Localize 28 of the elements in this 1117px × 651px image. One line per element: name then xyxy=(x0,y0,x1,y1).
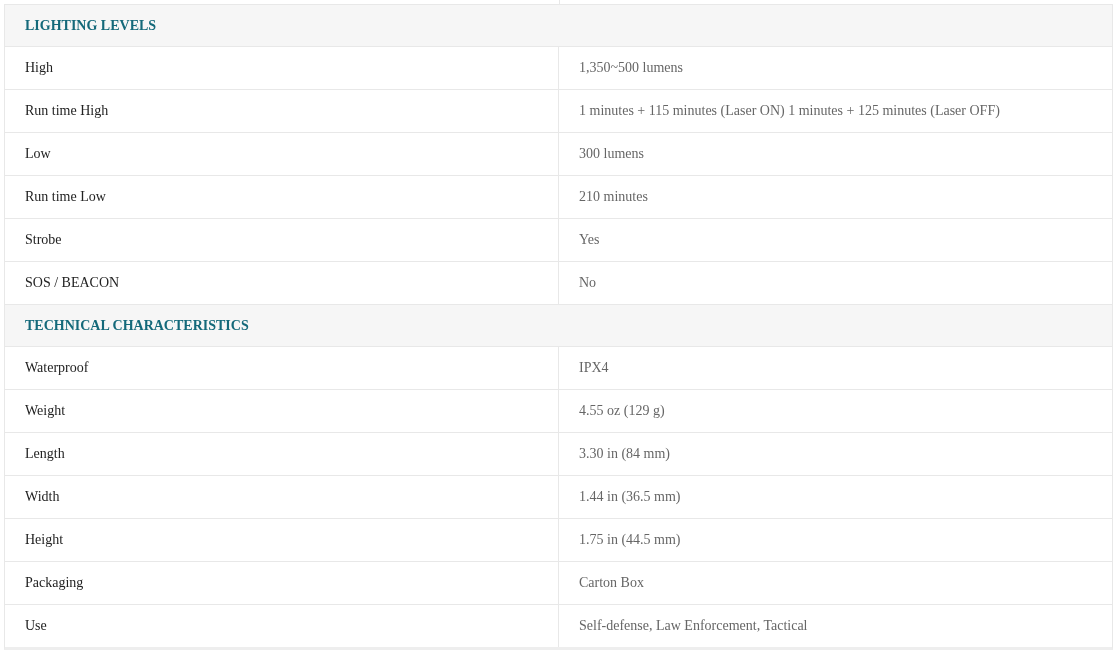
spec-label: Strobe xyxy=(5,219,559,261)
spec-label: Packaging xyxy=(5,562,559,604)
spec-label: Run time Low xyxy=(5,176,559,218)
spec-value: 1.44 in (36.5 mm) xyxy=(578,488,682,506)
spec-value: 4.55 oz (129 g) xyxy=(578,402,666,420)
spec-value: Yes xyxy=(578,231,601,249)
spec-value: 1 minutes + 115 minutes (Laser ON) 1 minutes + 125 minutes (Laser OFF) xyxy=(578,102,1001,120)
spec-label: High xyxy=(5,47,559,89)
spec-value: Carton Box xyxy=(578,574,645,592)
spec-label: Length xyxy=(5,433,559,475)
spec-value: 1,350~500 lumens xyxy=(578,59,684,77)
spec-value: Self-defense, Law Enforcement, Tactical xyxy=(578,617,809,635)
spec-label: Use xyxy=(5,605,559,647)
spec-label: Low xyxy=(5,133,559,175)
spec-value: 3.30 in (84 mm) xyxy=(578,445,671,463)
section-title: TECHNICAL CHARACTERISTICS xyxy=(25,317,249,334)
spec-value: 1.75 in (44.5 mm) xyxy=(578,531,682,549)
spec-value: 300 lumens xyxy=(578,145,645,163)
spec-label: Run time High xyxy=(5,90,559,132)
spec-value: IPX4 xyxy=(578,359,610,377)
spec-label: SOS / BEACON xyxy=(5,262,559,304)
spec-label: Height xyxy=(5,519,559,561)
section-title: LIGHTING LEVELS xyxy=(25,17,157,34)
spec-value: No xyxy=(578,274,598,292)
spec-value: 210 minutes xyxy=(578,188,649,206)
spec-label: Weight xyxy=(5,390,559,432)
spec-label: Waterproof xyxy=(5,347,559,389)
spec-label: Width xyxy=(5,476,559,518)
